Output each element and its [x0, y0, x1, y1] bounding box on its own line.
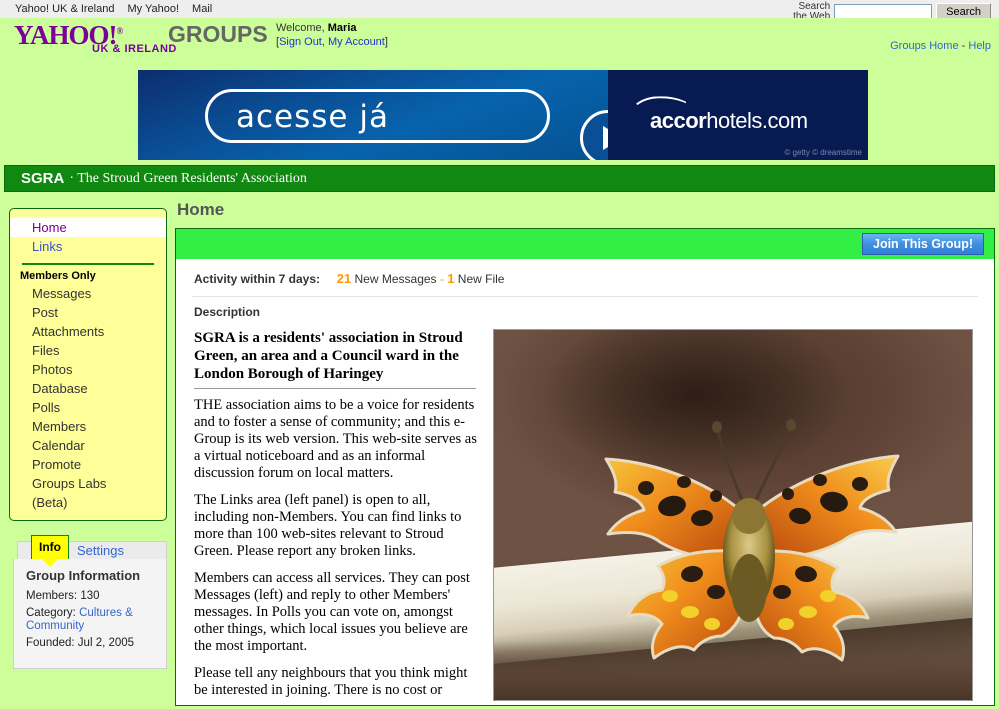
help-link[interactable]: Help — [968, 40, 991, 52]
info-founded-value: Jul 2, 2005 — [77, 637, 135, 649]
sidebar-item-photos[interactable]: Photos — [10, 360, 166, 379]
description-text-column: SGRA is a residents' association in Stro… — [176, 329, 486, 705]
sidebar-item-links[interactable]: Links — [10, 237, 166, 256]
info-row-members: Members: 130 — [26, 590, 156, 603]
info-members-label: Members: — [26, 590, 81, 602]
accor-brand-logo: accorhotels.com — [650, 108, 808, 134]
welcome-prefix: Welcome, — [276, 22, 328, 34]
sidebar-section-members-only: Members Only — [20, 270, 96, 282]
ad-image-credit: © getty © dreamstime — [784, 148, 862, 157]
join-bar: Join This Group! — [176, 229, 994, 259]
butterfly-illustration — [604, 419, 900, 662]
accor-brand-bold: accor — [650, 108, 707, 133]
nav-link-yahoo-uk[interactable]: Yahoo! UK & Ireland — [15, 3, 114, 15]
sidebar: Home Links Members Only Messages Post At… — [9, 208, 167, 669]
sidebar-item-post[interactable]: Post — [10, 303, 166, 322]
sidebar-item-attachments[interactable]: Attachments — [10, 322, 166, 341]
sidebar-item-promote[interactable]: Promote — [10, 455, 166, 474]
sidebar-item-calendar[interactable]: Calendar — [10, 436, 166, 455]
activity-messages-count: 21 — [336, 271, 352, 286]
sidebar-item-members[interactable]: Members — [10, 417, 166, 436]
description-paragraph-4: Please tell any neighbours that you thin… — [194, 665, 468, 698]
registered-mark-icon: ® — [116, 26, 124, 36]
group-abbreviation: SGRA — [21, 170, 65, 187]
activity-label: Activity within 7 days: — [194, 272, 321, 286]
group-information-heading: Group Information — [26, 568, 141, 583]
sidebar-item-database[interactable]: Database — [10, 379, 166, 398]
description-heading: Description — [194, 305, 261, 319]
yahoo-logo-subtitle: UK & IRELAND — [92, 43, 177, 55]
accor-brand-rest: hotels.com — [706, 108, 808, 133]
top-nav-links: Yahoo! UK & Ireland My Yahoo! Mail — [0, 3, 212, 15]
nav-link-my-yahoo[interactable]: My Yahoo! — [127, 3, 179, 15]
sidebar-nav-box: Home Links Members Only Messages Post At… — [9, 208, 167, 521]
activity-files-text: New File — [454, 272, 505, 286]
ad-headline: acesse já — [236, 99, 389, 135]
top-right-links: Groups Home - Help — [890, 40, 991, 52]
info-row-founded: Founded: Jul 2, 2005 — [26, 637, 156, 650]
nav-link-mail[interactable]: Mail — [192, 3, 212, 15]
groups-home-link[interactable]: Groups Home — [890, 40, 958, 52]
product-name-groups[interactable]: GROUPS — [168, 21, 268, 48]
sidebar-item-home[interactable]: Home — [10, 218, 166, 237]
welcome-block: Welcome, Maria [Sign Out, My Account] — [276, 22, 388, 48]
description-title: SGRA is a residents' association in Stro… — [194, 330, 463, 382]
description-divider — [194, 388, 476, 389]
group-information-box: Group Information Members: 130 Category:… — [13, 559, 167, 669]
ad-right-panel: accorhotels.com © getty © dreamstime — [608, 70, 868, 160]
sidebar-divider — [22, 263, 154, 265]
sidebar-tabs: Info Settings — [13, 535, 167, 567]
tab-settings[interactable]: Settings — [77, 543, 124, 558]
page-title: Home — [177, 200, 225, 219]
nav-top-padding — [10, 209, 166, 218]
group-full-name: · The Stroud Green Residents' Associatio… — [69, 170, 307, 186]
links-separator: - — [958, 40, 969, 52]
activity-summary: Activity within 7 days: 21 New Messages … — [176, 259, 994, 296]
info-founded-label: Founded: — [26, 637, 78, 649]
description-and-photo: SGRA is a residents' association in Stro… — [176, 319, 994, 705]
page-columns: Home Links Members Only Messages Post At… — [0, 200, 999, 709]
content-panel: Join This Group! Activity within 7 days:… — [175, 228, 995, 706]
description-paragraph-3: Members can access all services. They ca… — [194, 570, 470, 654]
banner-advertisement[interactable]: acesse já accorhotels.com © getty © drea… — [138, 70, 868, 160]
sidebar-item-messages[interactable]: Messages — [10, 284, 166, 303]
sign-out-link[interactable]: Sign Out — [279, 36, 322, 48]
sidebar-item-polls[interactable]: Polls — [10, 398, 166, 417]
ad-left-panel: acesse já — [138, 70, 636, 160]
main-content: Home Join This Group! Activity within 7 … — [175, 200, 995, 709]
brand-row: YAHOO!® UK & IRELAND GROUPS Welcome, Mar… — [0, 18, 999, 58]
description-paragraph-2: The Links area (left panel) is open to a… — [194, 492, 462, 559]
ad-pill-outline: acesse já — [205, 89, 636, 160]
info-members-value: 130 — [80, 590, 100, 602]
group-header-bar: SGRA · The Stroud Green Residents' Assoc… — [4, 165, 995, 192]
join-this-group-button[interactable]: Join This Group! — [862, 233, 984, 255]
info-row-category: Category: Cultures & Community — [26, 607, 156, 633]
sidebar-item-beta: (Beta) — [32, 495, 68, 510]
butterfly-photo — [493, 329, 973, 701]
sidebar-item-groups-labs[interactable]: Groups Labs — [10, 474, 166, 493]
tab-info[interactable]: Info — [31, 535, 69, 567]
my-account-link[interactable]: My Account — [328, 36, 385, 48]
info-category-label: Category: — [26, 607, 80, 619]
top-utility-bar: Yahoo! UK & Ireland My Yahoo! Mail Searc… — [0, 0, 999, 22]
sidebar-item-files[interactable]: Files — [10, 341, 166, 360]
activity-messages-text: New Messages — [351, 272, 440, 286]
description-paragraph-1: THE association aims to be a voice for r… — [194, 397, 477, 481]
welcome-username: Maria — [327, 22, 357, 34]
